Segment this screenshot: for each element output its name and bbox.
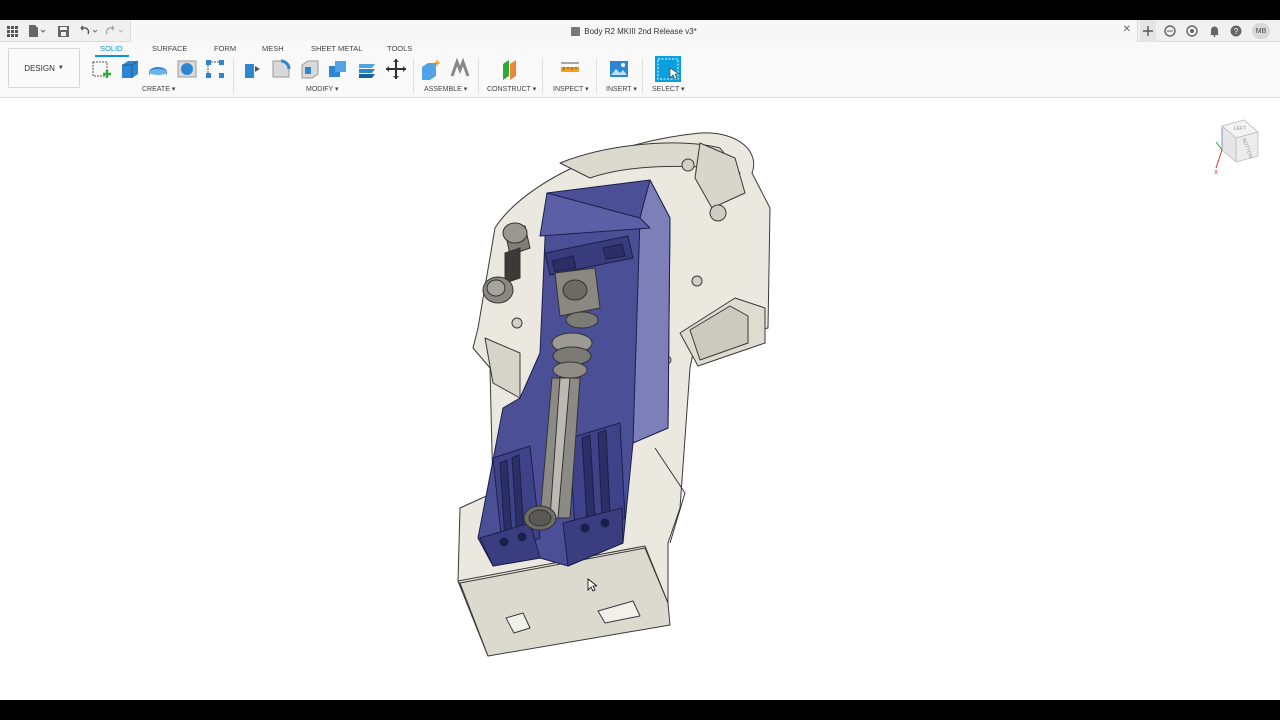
model-3d-view[interactable] bbox=[0, 98, 1280, 700]
shell-icon[interactable] bbox=[299, 58, 321, 80]
tab-solid[interactable]: SOLID bbox=[100, 44, 123, 53]
revolve-icon[interactable] bbox=[147, 58, 169, 80]
combine-icon[interactable] bbox=[327, 58, 349, 80]
mouse-cursor-icon bbox=[587, 578, 597, 592]
modify-menu[interactable]: MODIFY ▾ bbox=[306, 85, 339, 93]
separator bbox=[596, 58, 597, 94]
assemble-label: ASSEMBLE bbox=[424, 86, 462, 93]
undo-icon[interactable] bbox=[78, 23, 100, 39]
svg-text:?: ? bbox=[1234, 27, 1239, 36]
inspect-label: INSPECT bbox=[553, 86, 584, 93]
application-bar: Body R2 MKIII 2nd Release v3* ✕ ? MB bbox=[0, 20, 1280, 42]
document-tab[interactable]: Body R2 MKIII 2nd Release v3* ✕ bbox=[130, 20, 1138, 42]
joint-icon[interactable] bbox=[449, 57, 471, 80]
fusion-app-window: Body R2 MKIII 2nd Release v3* ✕ ? MB DES… bbox=[0, 20, 1280, 700]
create-sketch-icon[interactable] bbox=[91, 58, 113, 80]
measure-icon[interactable] bbox=[559, 58, 581, 80]
separator bbox=[413, 58, 414, 94]
create-menu[interactable]: CREATE ▾ bbox=[142, 85, 175, 93]
axis-x-label: X bbox=[1214, 170, 1218, 176]
insert-label: INSERT bbox=[606, 86, 632, 93]
inspect-menu[interactable]: INSPECT ▾ bbox=[553, 85, 589, 93]
pattern-icon[interactable] bbox=[204, 58, 226, 80]
component-icon bbox=[571, 26, 581, 36]
offset-plane-icon[interactable] bbox=[499, 58, 521, 80]
help-icon[interactable]: ? bbox=[1229, 23, 1243, 39]
online-status-icon[interactable] bbox=[1163, 23, 1177, 39]
insert-image-icon[interactable] bbox=[608, 58, 630, 80]
close-tab-icon[interactable]: ✕ bbox=[1123, 24, 1131, 35]
separator bbox=[642, 58, 643, 94]
sphere-icon[interactable] bbox=[176, 58, 198, 80]
redo-icon[interactable] bbox=[104, 23, 126, 39]
separator bbox=[542, 58, 543, 94]
tab-tools[interactable]: TOOLS bbox=[387, 44, 412, 53]
separator bbox=[233, 58, 234, 94]
tab-form[interactable]: FORM bbox=[214, 44, 236, 53]
extrude-icon[interactable] bbox=[119, 58, 141, 80]
user-avatar[interactable]: MB bbox=[1252, 23, 1270, 39]
select-label: SELECT bbox=[652, 86, 680, 93]
construct-menu[interactable]: CONSTRUCT ▾ bbox=[487, 85, 536, 93]
save-icon[interactable] bbox=[56, 23, 70, 39]
view-cube[interactable]: LEFT BOTTOM X bbox=[1208, 116, 1262, 178]
construct-label: CONSTRUCT bbox=[487, 86, 531, 93]
new-component-icon[interactable] bbox=[420, 58, 442, 80]
job-status-icon[interactable] bbox=[1185, 23, 1199, 39]
tab-surface[interactable]: SURFACE bbox=[152, 44, 187, 53]
document-title: Body R2 MKIII 2nd Release v3* bbox=[584, 26, 697, 36]
press-pull-icon[interactable] bbox=[241, 58, 263, 80]
ribbon-toolbar: DESIGN ▼ SOLID SURFACE FORM MESH SHEET M… bbox=[0, 42, 1280, 98]
workspace-label: DESIGN bbox=[24, 63, 55, 73]
offset-face-icon[interactable] bbox=[356, 58, 378, 80]
active-tab-indicator bbox=[95, 55, 129, 57]
viewcube-top-label: LEFT bbox=[1234, 126, 1246, 132]
workspace-switcher[interactable]: DESIGN ▼ bbox=[8, 48, 80, 88]
separator bbox=[478, 58, 479, 94]
fillet-icon[interactable] bbox=[270, 58, 292, 80]
file-icon[interactable] bbox=[27, 23, 47, 39]
notifications-icon[interactable] bbox=[1207, 23, 1221, 39]
assemble-menu[interactable]: ASSEMBLE ▾ bbox=[424, 85, 467, 93]
create-label: CREATE bbox=[142, 86, 170, 93]
insert-menu[interactable]: INSERT ▾ bbox=[606, 85, 637, 93]
move-icon[interactable] bbox=[385, 58, 407, 80]
new-tab-icon[interactable] bbox=[1140, 20, 1156, 42]
apps-grid-icon[interactable] bbox=[5, 23, 19, 39]
tab-sheet-metal[interactable]: SHEET METAL bbox=[311, 44, 362, 53]
modify-label: MODIFY bbox=[306, 86, 334, 93]
tab-mesh[interactable]: MESH bbox=[262, 44, 284, 53]
canvas-viewport[interactable]: LEFT BOTTOM X bbox=[0, 98, 1280, 700]
chevron-down-icon: ▼ bbox=[57, 65, 64, 71]
select-menu[interactable]: SELECT ▾ bbox=[652, 85, 685, 93]
select-icon[interactable] bbox=[655, 56, 681, 82]
